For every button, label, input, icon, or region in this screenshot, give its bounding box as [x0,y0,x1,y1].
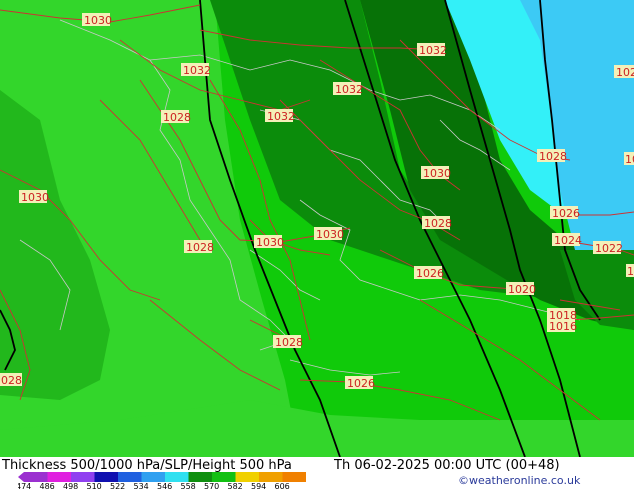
legend-color-box [259,472,283,482]
svg-text:1030: 1030 [316,228,344,241]
svg-text:102: 102 [616,66,634,79]
svg-text:1030: 1030 [84,14,112,27]
legend-tick-label: 534 [134,482,149,490]
isobar-label: 1030 [421,166,451,180]
legend-arrow-left [18,472,24,482]
isobar-label: 1032 [181,63,211,77]
legend-color-box [165,472,189,482]
svg-text:1024: 1024 [554,234,582,247]
svg-text:1016: 1016 [549,320,577,333]
legend-tick-label: 474 [18,482,31,490]
legend-color-box [24,472,48,482]
legend-color-box [282,472,306,482]
svg-text:1028: 1028 [186,241,214,254]
isobar-label: 1032 [417,43,447,57]
legend-tick-label: 582 [228,482,243,490]
thickness-legend: 474 486 498 510 522 534 546 558 570 582 594 606 [18,472,306,490]
isobar-label: 1028 [161,110,191,124]
svg-text:1032: 1032 [419,44,447,57]
isobar-label: 1026 [550,206,580,220]
legend-tick-label: 498 [63,482,78,490]
isobar-label: 1032 [333,82,363,96]
svg-text:1022: 1022 [595,242,623,255]
weather-map: 1030 1032 1028 1032 1032 1032 1030 1030 … [0,0,634,457]
svg-text:1030: 1030 [423,167,451,180]
svg-text:1026: 1026 [347,377,375,390]
svg-text:1028: 1028 [275,336,303,349]
legend-color-box [141,472,165,482]
isobar-label: 1024 [552,233,582,247]
map-footer: Thickness 500/1000 hPa/SLP/Height 500 hP… [0,457,634,490]
legend-ticks: 474 486 498 510 522 534 546 558 570 582 594 606 [18,482,290,490]
isobar-label: 1030 [314,227,344,241]
svg-text:1032: 1032 [183,64,211,77]
legend-color-box [94,472,118,482]
legend-color-box [71,472,95,482]
isobar-label: 102 [614,65,634,79]
isobar-label: 1028 [0,373,22,387]
svg-text:1030: 1030 [256,236,284,249]
legend-tick-label: 486 [40,482,55,490]
svg-text:1020: 1020 [508,283,536,296]
svg-text:1026: 1026 [416,267,444,280]
isobar-label: 1016 [547,319,577,333]
svg-text:1028: 1028 [0,374,22,387]
isobar-label: 1028 [184,240,214,254]
svg-text:1028: 1028 [424,217,452,230]
isobar-label: 1 [626,264,634,278]
legend-color-box [188,472,212,482]
svg-text:1032: 1032 [335,83,363,96]
isobar-label: 1026 [414,266,444,280]
isobar-label: 1032 [265,109,295,123]
svg-text:1026: 1026 [552,207,580,220]
isobar-label: 1020 [506,282,536,296]
legend-tick-label: 606 [275,482,290,490]
legend-tick-label: 522 [110,482,125,490]
legend-tick-label: 594 [251,482,266,490]
isobar-label: 10 [624,152,634,166]
isobar-label: 1030 [254,235,284,249]
map-title: Thickness 500/1000 hPa/SLP/Height 500 hP… [2,458,292,473]
isobar-label: 1028 [537,149,567,163]
svg-text:1032: 1032 [267,110,295,123]
isobar-label: 1030 [19,190,49,204]
map-canvas: 1030 1032 1028 1032 1032 1032 1030 1030 … [0,0,634,457]
legend-color-box [235,472,259,482]
svg-text:1028: 1028 [539,150,567,163]
legend-color-box [212,472,236,482]
legend-tick-label: 510 [87,482,102,490]
legend-tick-label: 558 [181,482,196,490]
legend-tick-label: 546 [157,482,172,490]
isobar-label: 1026 [345,376,375,390]
isobar-label: 1022 [593,241,623,255]
legend-color-box [47,472,71,482]
valid-time: Th 06-02-2025 00:00 UTC (00+48) [334,458,560,473]
credit-link[interactable]: ©weatheronline.co.uk [458,474,580,487]
isobar-label: 1028 [422,216,452,230]
svg-text:10: 10 [625,153,634,166]
isobar-label: 1028 [273,335,303,349]
legend-color-box [118,472,142,482]
svg-text:1028: 1028 [163,111,191,124]
isobar-label: 1030 [82,13,112,27]
legend-tick-label: 570 [204,482,219,490]
svg-text:1030: 1030 [21,191,49,204]
legend-color-boxes [24,472,306,482]
svg-text:1: 1 [627,265,634,278]
